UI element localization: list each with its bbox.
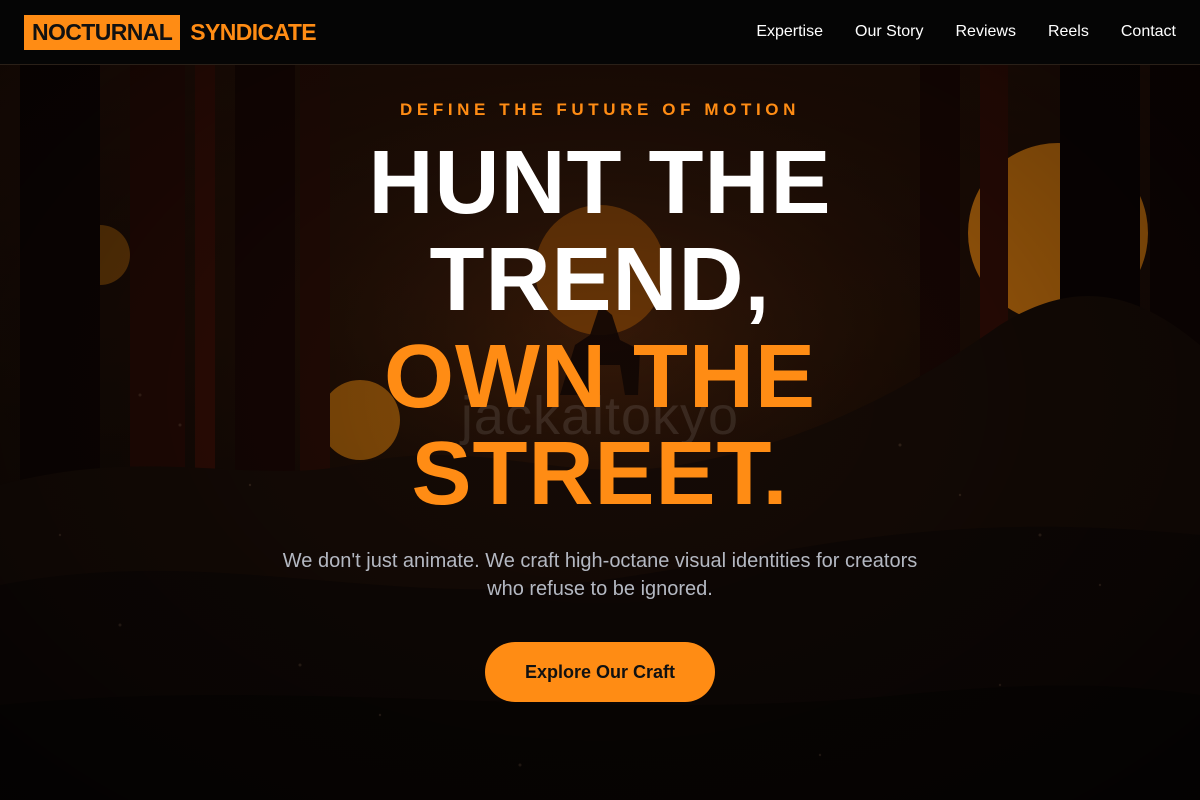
headline-line-1: HUNT THE [368, 133, 832, 233]
hero-subtext: We don't just animate. We craft high-oct… [282, 550, 918, 600]
hero-section: jackaltokyo DEFINE THE FUTURE OF MOTION … [0, 65, 1200, 800]
hero-headline: HUNT THE TREND, OWN THE STREET. [0, 135, 1200, 523]
nav-item-reviews[interactable]: Reviews [955, 23, 1015, 41]
brand-logo[interactable]: NOCTURNAL SYNDICATE [24, 14, 317, 50]
nav-item-our-story[interactable]: Our Story [855, 23, 923, 41]
nav-item-expertise[interactable]: Expertise [756, 23, 823, 41]
nav-item-contact[interactable]: Contact [1121, 23, 1176, 41]
headline-line-4: STREET. [411, 424, 789, 524]
nav-item-reels[interactable]: Reels [1048, 23, 1089, 41]
logo-primary: NOCTURNAL [24, 14, 181, 50]
site-header: NOCTURNAL SYNDICATE Expertise Our Story … [0, 0, 1200, 65]
headline-line-2: TREND, [429, 230, 771, 330]
logo-secondary: SYNDICATE [190, 19, 317, 45]
explore-craft-button[interactable]: Explore Our Craft [485, 642, 715, 702]
main-nav: Expertise Our Story Reviews Reels Contac… [756, 23, 1176, 41]
headline-line-3: OWN THE [384, 327, 816, 427]
hero-eyebrow: DEFINE THE FUTURE OF MOTION [400, 100, 800, 119]
